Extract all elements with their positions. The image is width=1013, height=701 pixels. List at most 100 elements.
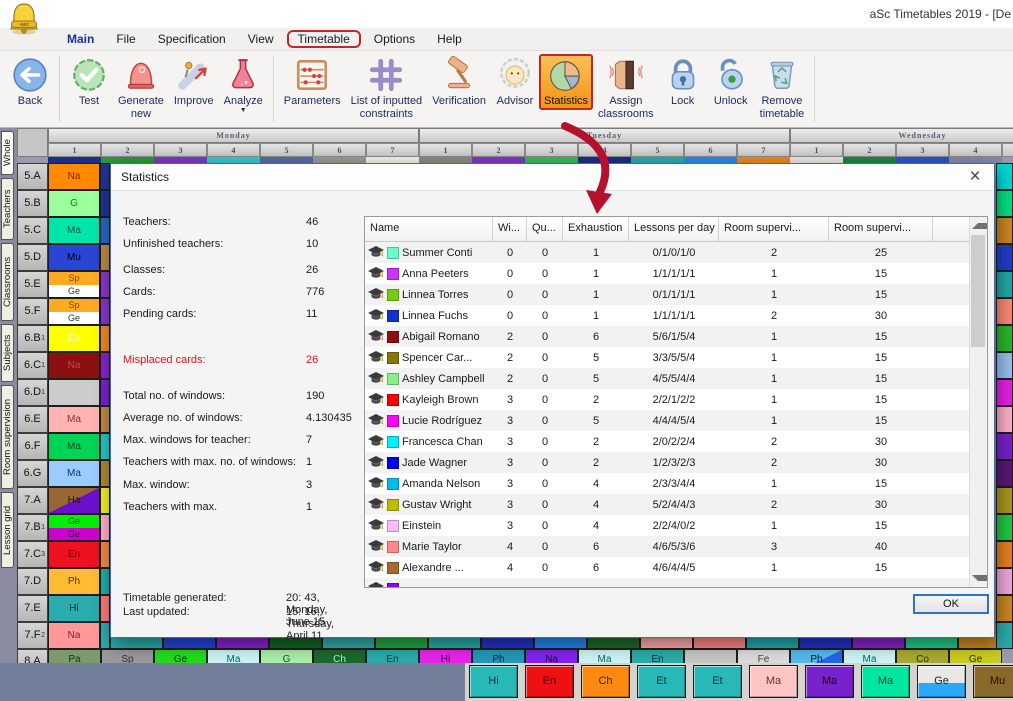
lesson-cell-ma[interactable]: Ma	[48, 406, 100, 433]
row-label-7-C[interactable]: 7.C3	[17, 541, 48, 568]
lesson-cell-g[interactable]: G	[48, 190, 100, 217]
table-row[interactable]: Jade Wagner3021/2/3/2/3230	[365, 452, 987, 473]
table-row[interactable]: Summer Conti0010/1/0/1/0225	[365, 242, 987, 263]
toolbar-button-lock[interactable]: Lock	[659, 54, 707, 110]
row-label-6-B[interactable]: 6.B1	[17, 325, 48, 352]
column-header-exhaustion[interactable]: Exhaustion	[563, 217, 629, 241]
sidebar-tab-room-supervision[interactable]: Room supervision	[1, 385, 14, 489]
column-header-name[interactable]: Name	[365, 217, 493, 241]
row-label-6-G[interactable]: 6.G	[17, 460, 48, 487]
card-chip-et[interactable]: Et	[637, 665, 686, 698]
toolbar-button-remove-timetable[interactable]: Remove timetable	[755, 54, 810, 122]
toolbar-button-statistics[interactable]: Statistics	[539, 54, 593, 110]
lesson-cell-na[interactable]: Na	[48, 352, 100, 379]
sidebar-tab-subjects[interactable]: Subjects	[1, 324, 14, 382]
row-label-5-F[interactable]: 5.F	[17, 298, 48, 325]
card-chip-ma[interactable]: Ma	[805, 665, 854, 698]
table-row[interactable]: Linnea Torres0010/1/1/1/1115	[365, 284, 987, 305]
toolbar-button-improve[interactable]: Improve	[169, 54, 219, 110]
lesson-cell-split[interactable]: SpGe	[48, 298, 100, 325]
table-row[interactable]: Spencer Car...2053/3/5/5/4115	[365, 347, 987, 368]
toolbar-button-back[interactable]: Back	[6, 54, 54, 110]
lesson-cell-en[interactable]: En	[48, 325, 100, 352]
menu-item-view[interactable]: View	[237, 30, 285, 48]
row-label-5-D[interactable]: 5.D	[17, 244, 48, 271]
scrollbar-thumb[interactable]	[971, 235, 985, 347]
toolbar-button-verification[interactable]: Verification	[427, 54, 491, 110]
table-scrollbar[interactable]	[969, 217, 987, 587]
table-row[interactable]: Einstein3042/2/4/0/2115	[365, 515, 987, 536]
table-row[interactable]: Linnea Fuchs0011/1/1/1/1230	[365, 305, 987, 326]
table-row[interactable]: Abigail Romano2065/6/1/5/4115	[365, 326, 987, 347]
card-chip-hi[interactable]: Hi	[469, 665, 518, 698]
menu-item-main[interactable]: Main	[56, 30, 105, 48]
table-row[interactable]: Alexandre ...4064/6/4/4/5115	[365, 557, 987, 578]
table-row[interactable]: Amanda Nelson3042/3/3/4/4115	[365, 473, 987, 494]
menu-item-file[interactable]: File	[105, 30, 146, 48]
menu-item-timetable[interactable]: Timetable	[287, 30, 361, 48]
table-row[interactable]	[365, 578, 987, 588]
column-header-lessons-per-day[interactable]: Lessons per day	[629, 217, 719, 241]
card-chip-ch[interactable]: Ch	[581, 665, 630, 698]
sidebar-tab-classrooms[interactable]: Classrooms	[1, 243, 14, 321]
table-row[interactable]: Lucie Rodríguez3054/4/4/5/4115	[365, 410, 987, 431]
row-label-7-F[interactable]: 7.F2	[17, 622, 48, 649]
table-row[interactable]: Marie Taylor4064/6/5/3/6340	[365, 536, 987, 557]
lesson-cell-hi[interactable]: Hi	[48, 595, 100, 622]
row-label-7-D[interactable]: 7.D	[17, 568, 48, 595]
table-row[interactable]: Francesca Chan3022/0/2/2/4230	[365, 431, 987, 452]
lesson-cell-na[interactable]: Na	[48, 163, 100, 190]
scroll-down-icon[interactable]	[972, 575, 988, 581]
toolbar-button-analyze[interactable]: Analyze▼	[219, 54, 268, 116]
card-chip-ma[interactable]: Ma	[861, 665, 910, 698]
toolbar-button-parameters[interactable]: Parameters	[279, 54, 346, 110]
column-header-qu-[interactable]: Qu...	[527, 217, 563, 241]
lesson-cell[interactable]	[48, 379, 100, 406]
row-label-5-C[interactable]: 5.C	[17, 217, 48, 244]
row-label-6-E[interactable]: 6.E	[17, 406, 48, 433]
menu-item-specification[interactable]: Specification	[147, 30, 237, 48]
ok-button[interactable]: OK	[913, 594, 989, 614]
lesson-cell-ma[interactable]: Ma	[48, 460, 100, 487]
lesson-cell-na[interactable]: Na	[48, 622, 100, 649]
table-row[interactable]: Ashley Campbell2054/5/5/4/4115	[365, 368, 987, 389]
toolbar-button-generate-new[interactable]: Generate new	[113, 54, 169, 122]
toolbar-button-assign-classrooms[interactable]: Assign classrooms	[593, 54, 659, 122]
lesson-cell-ma[interactable]: Ma	[48, 217, 100, 244]
row-label-7-E[interactable]: 7.E	[17, 595, 48, 622]
card-chip-en[interactable]: En	[525, 665, 574, 698]
lesson-cell-ma[interactable]: Ma	[48, 433, 100, 460]
toolbar-button-unlock[interactable]: Unlock	[707, 54, 755, 110]
card-chip-et[interactable]: Et	[693, 665, 742, 698]
chevron-down-icon[interactable]: ▼	[240, 108, 247, 114]
card-chip-ma[interactable]: Ma	[749, 665, 798, 698]
column-header-room-supervi-[interactable]: Room supervi...	[719, 217, 829, 241]
lesson-cell-ha[interactable]: Ha	[48, 487, 100, 514]
row-label-6-F[interactable]: 6.F	[17, 433, 48, 460]
table-row[interactable]: Anna Peeters0011/1/1/1/1115	[365, 263, 987, 284]
sidebar-tab-teachers[interactable]: Teachers	[1, 178, 14, 240]
row-label-6-C[interactable]: 6.C1	[17, 352, 48, 379]
table-row[interactable]: Gustav Wright3045/2/4/4/3230	[365, 494, 987, 515]
lesson-cell-en[interactable]: En	[48, 541, 100, 568]
column-header-room-supervi-[interactable]: Room supervi...	[829, 217, 933, 241]
toolbar-button-advisor[interactable]: Advisor	[491, 54, 539, 110]
lesson-cell-ph[interactable]: Ph	[48, 568, 100, 595]
card-chip-mu[interactable]: Mu	[973, 665, 1013, 698]
lesson-cell-split[interactable]: GeGe	[48, 514, 100, 541]
lesson-cell-split[interactable]: SpGe	[48, 271, 100, 298]
row-label-5-A[interactable]: 5.A	[17, 163, 48, 190]
close-icon[interactable]: ×	[962, 166, 988, 188]
lesson-cell-mu[interactable]: Mu	[48, 244, 100, 271]
row-label-5-E[interactable]: 5.E	[17, 271, 48, 298]
row-label-7-A[interactable]: 7.A	[17, 487, 48, 514]
row-label-5-B[interactable]: 5.B	[17, 190, 48, 217]
column-header-wi-[interactable]: Wi...	[493, 217, 527, 241]
sidebar-tab-lesson-grid[interactable]: Lesson grid	[1, 492, 14, 568]
sidebar-tab-whole[interactable]: Whole	[1, 131, 14, 175]
table-row[interactable]: Kayleigh Brown3022/2/1/2/2115	[365, 389, 987, 410]
scroll-up-icon[interactable]	[972, 223, 988, 229]
menu-item-help[interactable]: Help	[426, 30, 473, 48]
card-chip-ge[interactable]: Ge	[917, 665, 966, 698]
menu-item-options[interactable]: Options	[363, 30, 426, 48]
